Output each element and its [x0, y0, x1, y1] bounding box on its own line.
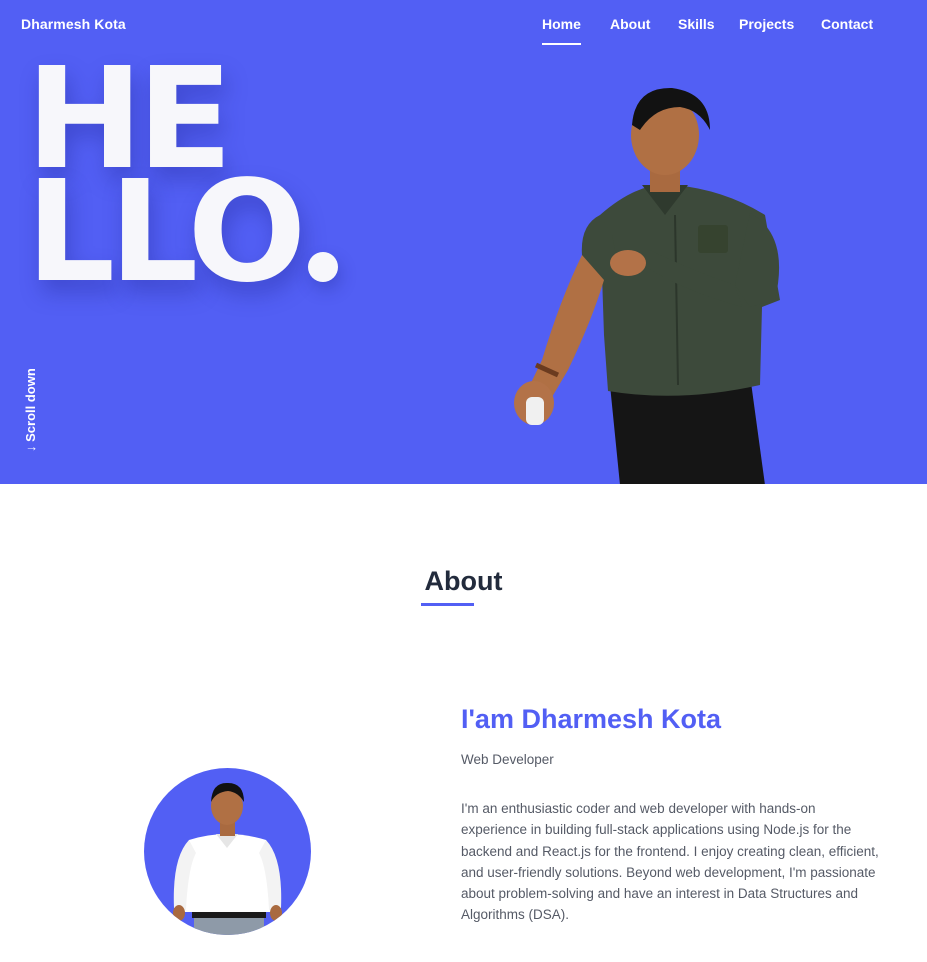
- about-section-title: About: [424, 566, 503, 596]
- hero-hello-dot: [308, 252, 338, 282]
- about-description: I'm an enthusiastic coder and web develo…: [461, 801, 879, 923]
- hero-section: Dharmesh Kota Home About Skills Projects…: [0, 0, 927, 484]
- about-role: Web Developer: [461, 752, 554, 767]
- nav-about[interactable]: About: [610, 16, 650, 32]
- hero-person-photo: [514, 87, 780, 484]
- brand-logo[interactable]: Dharmesh Kota: [21, 16, 126, 32]
- hero-hello-line-2: LLO: [26, 151, 306, 314]
- nav-projects[interactable]: Projects: [739, 16, 794, 32]
- avatar-person-photo: [173, 782, 282, 935]
- nav-skills[interactable]: Skills: [678, 16, 715, 32]
- nav-contact[interactable]: Contact: [821, 16, 873, 32]
- about-name-heading: I'am Dharmesh Kota: [461, 704, 721, 734]
- about-title-underline: [421, 603, 474, 606]
- nav-home[interactable]: Home: [542, 16, 581, 45]
- scroll-down-link[interactable]: ↓ Scroll down: [23, 368, 38, 452]
- avatar: [144, 768, 311, 935]
